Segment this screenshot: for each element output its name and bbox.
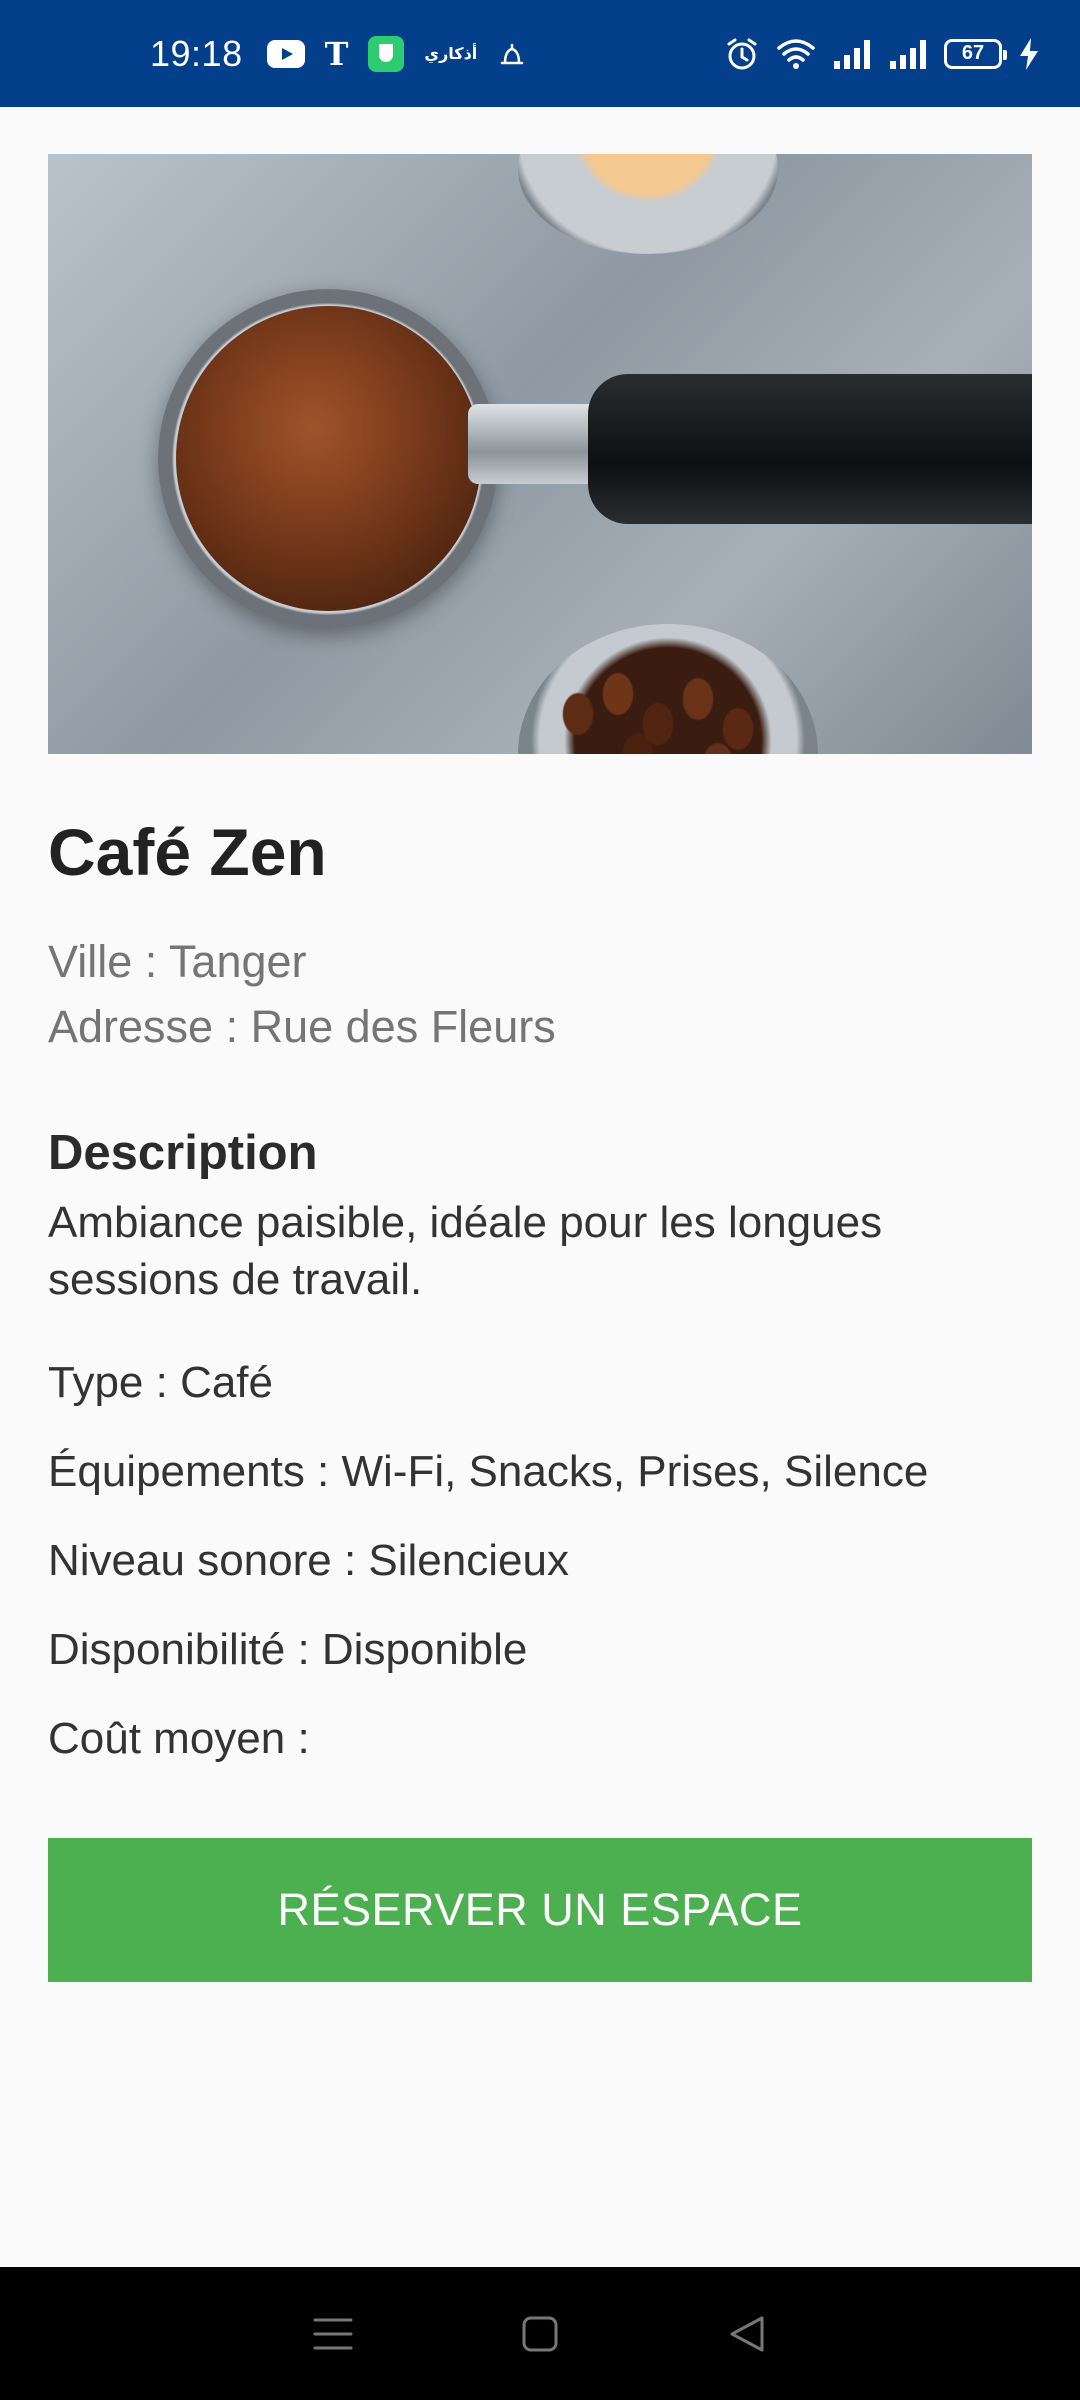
home-icon[interactable] [510,2304,570,2364]
place-location: Ville : Tanger Adresse : Rue des Fleurs [48,929,1032,1059]
availability-label: Disponibilité : Disponible [48,1625,528,1675]
reserve-button[interactable]: RÉSERVER UN ESPACE [48,1838,1032,1982]
signal-icon [888,37,928,71]
status-left-icons: T أذكاري [266,34,528,73]
back-icon[interactable] [717,2304,777,2364]
arabic-app-icon: أذكاري [424,45,478,63]
t-icon: T [324,34,349,73]
shield-icon [368,35,405,72]
alarm-icon [724,36,760,72]
equipment-label: Équipements : Wi-Fi, Snacks, Prises, Sil… [48,1447,929,1497]
address-label: Adresse : Rue des Fleurs [48,1000,556,1052]
youtube-icon [266,39,305,68]
charging-icon [1018,37,1040,71]
bell-icon [497,39,527,69]
place-photo [48,154,1032,754]
city-label: Ville : Tanger [48,935,307,987]
place-title: Café Zen [48,815,327,889]
place-detail: Café Zen Ville : Tanger Adresse : Rue de… [48,154,1032,1783]
status-right-icons: 67 [724,36,1040,72]
navigation-bar [0,2267,1080,2400]
type-label: Type : Café [48,1358,274,1408]
signal-icon [832,37,872,71]
description-heading: Description [48,1125,318,1180]
status-time: 19:18 [150,32,243,74]
wifi-icon [776,37,816,71]
status-bar: 19:18 T أذكاري 67 [0,0,1080,107]
description-text: Ambiance paisible, idéale pour les longu… [48,1198,883,1305]
noise-level-label: Niveau sonore : Silencieux [48,1536,569,1586]
battery-icon: 67 [944,38,1007,69]
menu-icon[interactable] [303,2304,363,2364]
place-details: Type : Café Équipements : Wi-Fi, Snacks,… [48,1338,1032,1783]
average-cost-label: Coût moyen : [48,1714,310,1764]
